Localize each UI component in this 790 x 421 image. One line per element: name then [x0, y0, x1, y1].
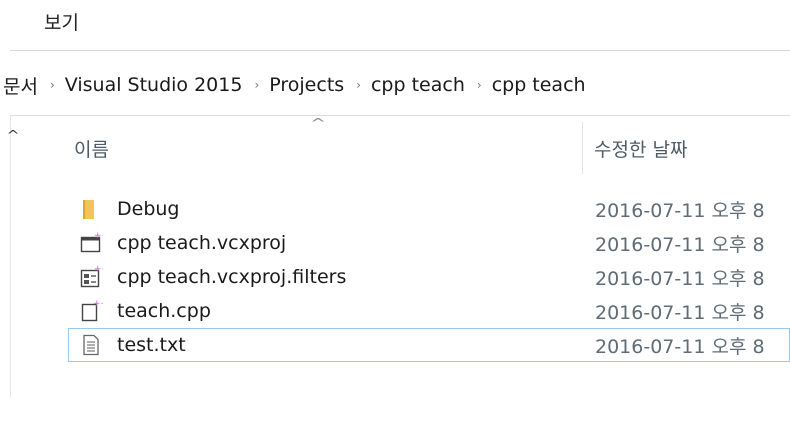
svg-text:++: ++	[93, 299, 103, 309]
breadcrumb-item-projects[interactable]: Projects	[266, 74, 347, 96]
cpp-file-icon: ++	[79, 299, 108, 323]
column-header-name-label: 이름	[74, 138, 109, 161]
file-name: cpp teach.vcxproj.filters	[117, 266, 347, 288]
file-date: 2016-07-11 오후 8	[595, 335, 765, 358]
file-date: 2016-07-11 오후 8	[595, 301, 765, 324]
file-date: 2016-07-11 오후 8	[595, 267, 765, 290]
file-row-debug[interactable]: Debug 2016-07-11 오후 8	[68, 192, 790, 226]
svg-text:++: ++	[94, 231, 103, 241]
file-name: cpp teach.vcxproj	[117, 232, 287, 254]
column-header-date-label: 수정한 날짜	[594, 138, 688, 161]
breadcrumb-item-cpp-teach-current[interactable]: cpp teach	[489, 74, 589, 96]
text-file-icon	[79, 333, 103, 357]
column-header-name[interactable]: 이름	[74, 122, 579, 174]
ribbon-divider	[10, 50, 790, 51]
chevron-right-icon[interactable]: ›	[245, 78, 266, 92]
file-row-vcxproj[interactable]: ++ cpp teach.vcxproj 2016-07-11 오후 8	[68, 226, 790, 260]
file-name: teach.cpp	[117, 300, 211, 322]
file-date: 2016-07-11 오후 8	[595, 199, 765, 222]
tab-view[interactable]: 보기	[44, 6, 79, 40]
vcxproj-file-icon: ++	[79, 231, 109, 255]
vcxproj-filters-file-icon: ++	[79, 265, 109, 289]
chevron-right-icon[interactable]: ›	[347, 78, 368, 92]
collapse-up-icon[interactable]: ^	[6, 128, 19, 142]
folder-icon	[79, 197, 103, 221]
breadcrumb-item-cpp-teach[interactable]: cpp teach	[368, 74, 468, 96]
file-list: Debug 2016-07-11 오후 8 ++ cpp teach.vcxpr…	[68, 192, 790, 362]
breadcrumb-item-documents[interactable]: 문서	[0, 72, 41, 99]
breadcrumb-divider	[10, 115, 790, 116]
column-divider[interactable]	[582, 122, 583, 174]
column-header-date-modified[interactable]: 수정한 날짜	[594, 122, 790, 174]
chevron-right-icon[interactable]: ›	[41, 78, 62, 92]
chevron-right-icon[interactable]: ›	[468, 78, 489, 92]
file-row-vcxproj-filters[interactable]: ++ cpp teach.vcxproj.filters 2016-07-11 …	[68, 260, 790, 294]
file-row-test-txt[interactable]: test.txt 2016-07-11 오후 8	[68, 328, 790, 362]
file-date: 2016-07-11 오후 8	[595, 233, 765, 256]
nav-pane-border	[10, 116, 11, 397]
file-name: Debug	[117, 198, 180, 220]
file-row-teach-cpp[interactable]: ++ teach.cpp 2016-07-11 오후 8	[68, 294, 790, 328]
file-name: test.txt	[117, 334, 186, 356]
svg-text:++: ++	[94, 265, 103, 275]
breadcrumb-item-visual-studio[interactable]: Visual Studio 2015	[62, 74, 246, 96]
breadcrumb: 문서 › Visual Studio 2015 › Projects › cpp…	[0, 66, 790, 104]
